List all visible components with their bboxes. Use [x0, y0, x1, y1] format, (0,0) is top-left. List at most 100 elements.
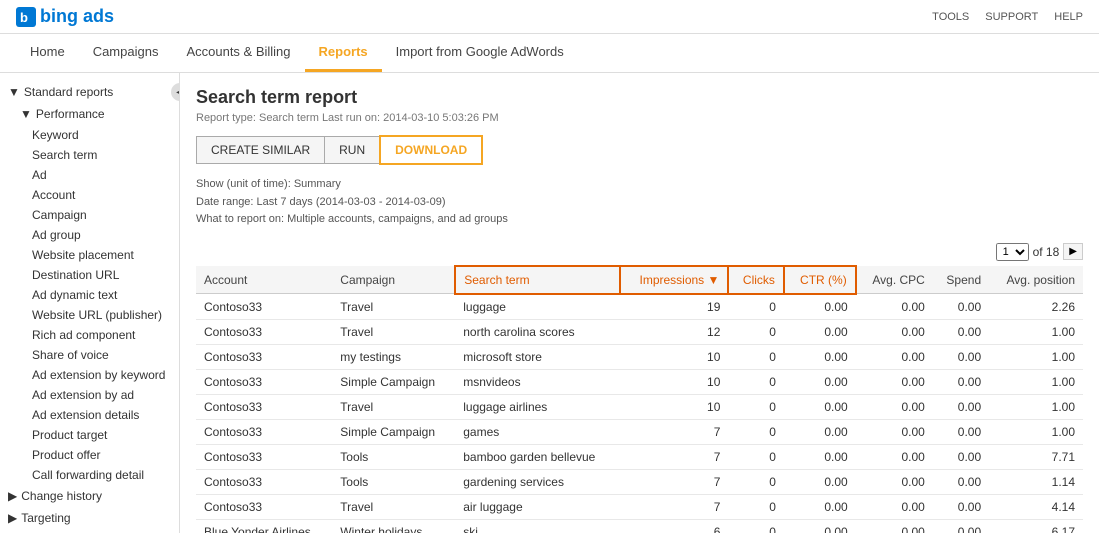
report-title: Search term report	[196, 87, 1083, 108]
table-cell: 0.00	[933, 294, 989, 320]
col-header-search-term[interactable]: Search term	[455, 266, 619, 294]
table-row: Contoso33Simple Campaigngames700.000.000…	[196, 419, 1083, 444]
sidebar-item-change-history[interactable]: ▶ Change history	[0, 485, 179, 507]
sidebar-item-ad-extension-by-ad[interactable]: Ad extension by ad	[0, 385, 179, 405]
table-cell: msnvideos	[455, 369, 619, 394]
sidebar-item-campaign-analytics[interactable]: ▶ Campaign analytics	[0, 529, 179, 533]
report-tbody: Contoso33Travelluggage1900.000.000.002.2…	[196, 294, 1083, 533]
nav-home[interactable]: Home	[16, 34, 79, 72]
arrow-right-icon: ▶	[8, 511, 17, 525]
sidebar-item-targeting[interactable]: ▶ Targeting	[0, 507, 179, 529]
sidebar-item-performance[interactable]: ▼ Performance	[0, 103, 179, 125]
sidebar-item-ad-extension-details[interactable]: Ad extension details	[0, 405, 179, 425]
table-cell: 0	[728, 319, 784, 344]
nav-accounts-billing[interactable]: Accounts & Billing	[172, 34, 304, 72]
table-cell: 1.00	[989, 369, 1083, 394]
table-cell: Contoso33	[196, 469, 332, 494]
table-cell: 7	[620, 419, 729, 444]
table-cell: 6	[620, 519, 729, 533]
create-similar-button[interactable]: CREATE SIMILAR	[196, 136, 325, 164]
col-header-ctr[interactable]: CTR (%)	[784, 266, 856, 294]
sidebar-item-product-offer[interactable]: Product offer	[0, 445, 179, 465]
table-cell: 1.00	[989, 394, 1083, 419]
run-button[interactable]: RUN	[325, 136, 380, 164]
logo: b bing ads	[16, 6, 114, 27]
sidebar-item-ad[interactable]: Ad	[0, 165, 179, 185]
report-table: Account Campaign Search term Impressions…	[196, 265, 1083, 533]
table-cell: 0.00	[784, 419, 856, 444]
col-header-spend[interactable]: Spend	[933, 266, 989, 294]
sidebar-item-standard-reports[interactable]: ▼ Standard reports	[0, 81, 179, 103]
sidebar-item-website-url-publisher[interactable]: Website URL (publisher)	[0, 305, 179, 325]
table-row: Blue Yonder AirlinesWinter holidaysski60…	[196, 519, 1083, 533]
sidebar-item-account[interactable]: Account	[0, 185, 179, 205]
sidebar-item-call-forwarding-detail[interactable]: Call forwarding detail	[0, 465, 179, 485]
sidebar-item-search-term[interactable]: Search term	[0, 145, 179, 165]
table-cell: 7	[620, 469, 729, 494]
table-cell: 0.00	[856, 494, 933, 519]
sidebar-item-rich-ad-component[interactable]: Rich ad component	[0, 325, 179, 345]
table-cell: Contoso33	[196, 294, 332, 320]
table-cell: luggage airlines	[455, 394, 619, 419]
nav-reports[interactable]: Reports	[305, 34, 382, 72]
download-button[interactable]: DOWNLOAD	[379, 135, 483, 165]
sidebar-item-product-target[interactable]: Product target	[0, 425, 179, 445]
table-cell: 4.14	[989, 494, 1083, 519]
table-cell: 0.00	[856, 519, 933, 533]
sidebar-item-share-of-voice[interactable]: Share of voice	[0, 345, 179, 365]
col-header-avg-cpc[interactable]: Avg. CPC	[856, 266, 933, 294]
action-bar: CREATE SIMILARRUNDOWNLOAD	[196, 136, 1083, 164]
table-cell: 0.00	[856, 444, 933, 469]
sidebar-item-destination-url[interactable]: Destination URL	[0, 265, 179, 285]
logo-text: bing ads	[40, 6, 114, 27]
arrow-icon: ▼	[20, 107, 32, 121]
table-cell: my testings	[332, 344, 455, 369]
table-cell: 10	[620, 394, 729, 419]
info-line-1: Show (unit of time): Summary	[196, 176, 1083, 194]
table-cell: Travel	[332, 294, 455, 320]
table-cell: bamboo garden bellevue	[455, 444, 619, 469]
table-cell: 0	[728, 494, 784, 519]
col-header-avg-position[interactable]: Avg. position	[989, 266, 1083, 294]
table-cell: 0.00	[933, 494, 989, 519]
table-cell: 0	[728, 469, 784, 494]
help-link[interactable]: HELP	[1054, 11, 1083, 23]
table-cell: 19	[620, 294, 729, 320]
table-cell: 10	[620, 344, 729, 369]
col-header-account[interactable]: Account	[196, 266, 332, 294]
page-select[interactable]: 1	[996, 243, 1029, 261]
col-header-campaign[interactable]: Campaign	[332, 266, 455, 294]
pagination-next-button[interactable]: ▶	[1063, 243, 1083, 260]
table-cell: games	[455, 419, 619, 444]
sidebar-item-ad-group[interactable]: Ad group	[0, 225, 179, 245]
table-row: Contoso33Travelluggage airlines1000.000.…	[196, 394, 1083, 419]
sidebar-item-ad-extension-by-keyword[interactable]: Ad extension by keyword	[0, 365, 179, 385]
nav-import[interactable]: Import from Google AdWords	[382, 34, 578, 72]
table-cell: 0.00	[856, 369, 933, 394]
sidebar-item-website-placement[interactable]: Website placement	[0, 245, 179, 265]
table-cell: 0.00	[933, 519, 989, 533]
table-cell: 0.00	[856, 469, 933, 494]
col-header-clicks[interactable]: Clicks	[728, 266, 784, 294]
table-cell: Contoso33	[196, 369, 332, 394]
table-cell: 0.00	[933, 319, 989, 344]
report-meta: Report type: Search term Last run on: 20…	[196, 112, 1083, 124]
table-cell: 0.00	[784, 294, 856, 320]
support-link[interactable]: SUPPORT	[985, 11, 1038, 23]
table-cell: 0	[728, 369, 784, 394]
sidebar-item-keyword[interactable]: Keyword	[0, 125, 179, 145]
table-cell: 7	[620, 444, 729, 469]
sidebar-item-ad-dynamic-text[interactable]: Ad dynamic text	[0, 285, 179, 305]
table-cell: 0	[728, 519, 784, 533]
table-cell: 0.00	[856, 419, 933, 444]
table-cell: Contoso33	[196, 419, 332, 444]
tools-link[interactable]: TOOLS	[932, 11, 969, 23]
nav-campaigns[interactable]: Campaigns	[79, 34, 173, 72]
table-cell: 0	[728, 294, 784, 320]
sidebar-item-campaign[interactable]: Campaign	[0, 205, 179, 225]
table-cell: 0	[728, 444, 784, 469]
info-line-3: What to report on: Multiple accounts, ca…	[196, 211, 1083, 229]
col-header-impressions[interactable]: Impressions ▼	[620, 266, 729, 294]
table-cell: 1.14	[989, 469, 1083, 494]
table-cell: Travel	[332, 319, 455, 344]
